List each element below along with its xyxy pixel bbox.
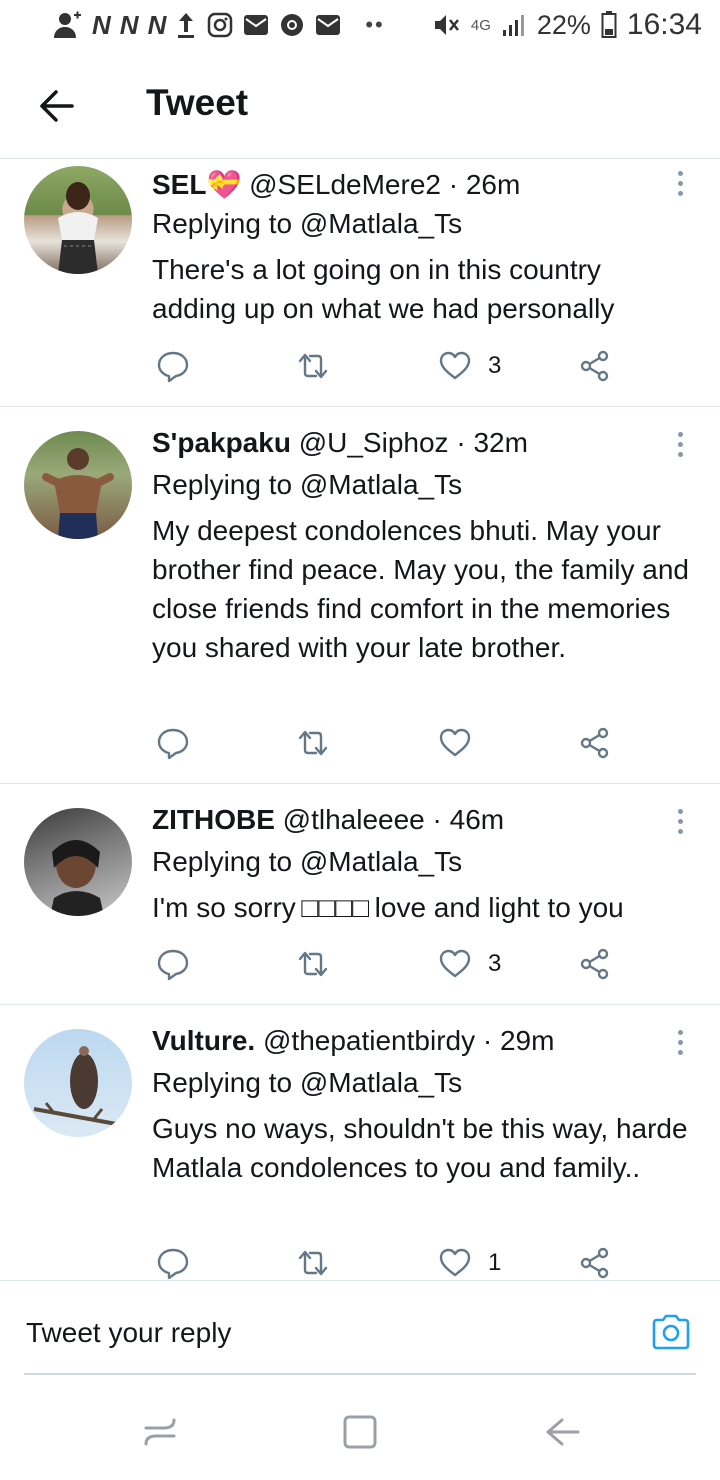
- retweet-button[interactable]: [296, 1245, 330, 1279]
- network-n-icon: N: [147, 9, 167, 40]
- share-button[interactable]: [578, 946, 612, 982]
- recent-apps-icon[interactable]: [140, 1412, 180, 1452]
- tweet-text: Guys no ways, shouldn't be this way, har…: [152, 1113, 688, 1183]
- share-button[interactable]: [578, 348, 612, 384]
- user-handle[interactable]: @U_Siphoz: [299, 427, 449, 458]
- tweet-time: · 26m: [448, 169, 521, 200]
- retweet-icon: [298, 730, 328, 756]
- like-button[interactable]: 1: [438, 1245, 501, 1279]
- heart-icon: [439, 728, 471, 757]
- avatar[interactable]: [24, 1029, 132, 1137]
- replying-to-label[interactable]: Replying to @Matlala_Ts: [152, 1067, 462, 1099]
- tweet-time: · 32m: [456, 427, 528, 458]
- retweet-icon: [298, 1250, 328, 1276]
- tweet-reply[interactable]: SEL💝 @SELdeMere2 · 26m Replying to @Matl…: [0, 160, 720, 407]
- reply-button[interactable]: [156, 946, 190, 982]
- camera-icon[interactable]: [650, 1311, 692, 1353]
- reply-button[interactable]: [156, 725, 190, 761]
- share-icon: [580, 1247, 609, 1279]
- tweet-text: There's a lot going on in this country a…: [152, 254, 615, 324]
- like-count: 1: [488, 1249, 502, 1276]
- reply-composer: Tweet your reply: [0, 1280, 720, 1375]
- reply-divider: [24, 1373, 696, 1375]
- replying-to-label[interactable]: Replying to @Matlala_Ts: [152, 469, 462, 501]
- more-dots-icon: ••: [365, 12, 385, 37]
- display-name[interactable]: ZITHOBE: [152, 804, 275, 835]
- tweet-time: · 46m: [432, 804, 505, 835]
- network-n-icon: N: [92, 9, 111, 40]
- tweet-reply[interactable]: ZITHOBE @tlhaleeee · 46m Replying to @Ma…: [0, 784, 720, 1005]
- like-button[interactable]: 3: [438, 348, 501, 384]
- battery-icon: [601, 11, 617, 38]
- more-options-icon[interactable]: [670, 806, 690, 836]
- heart-icon: [439, 949, 471, 978]
- tweet-actions: 1: [152, 1245, 622, 1279]
- replying-to-label[interactable]: Replying to @Matlala_Ts: [152, 208, 462, 240]
- tweet-actions: 3: [152, 348, 622, 388]
- mail-icon: [316, 15, 341, 35]
- tweet-reply[interactable]: Vulture. @thepatientbirdy · 29m Replying…: [0, 1005, 720, 1280]
- share-button[interactable]: [578, 1245, 612, 1279]
- home-icon[interactable]: [340, 1412, 380, 1452]
- tweet-time: · 29m: [482, 1025, 555, 1056]
- user-handle[interactable]: @thepatientbirdy: [263, 1025, 475, 1056]
- tweet-actions: 3: [152, 946, 622, 986]
- display-name[interactable]: S'pakpaku: [152, 427, 291, 458]
- avatar[interactable]: [24, 808, 132, 916]
- like-count: 3: [488, 352, 502, 379]
- battery-percent: 22%: [536, 9, 591, 40]
- reply-icon: [157, 351, 189, 383]
- tweet-reply[interactable]: S'pakpaku @U_Siphoz · 32m Replying to @M…: [0, 407, 720, 784]
- instagram-icon: [208, 12, 233, 38]
- reply-icon: [157, 1248, 189, 1279]
- signal-icon: [502, 15, 524, 36]
- retweet-icon: [298, 353, 328, 379]
- share-icon: [580, 948, 609, 980]
- add-contact-icon: [54, 11, 81, 38]
- reply-input[interactable]: Tweet your reply: [26, 1317, 231, 1349]
- share-button[interactable]: [578, 725, 612, 761]
- avatar[interactable]: [24, 431, 132, 539]
- heart-icon: [439, 351, 471, 380]
- network-type-label: 4G: [470, 16, 491, 34]
- reply-icon: [157, 728, 189, 760]
- clock: 16:34: [626, 8, 702, 41]
- status-bar: N N N •• 4G 22% 16:34: [0, 0, 720, 50]
- share-icon: [580, 727, 609, 759]
- like-count: 3: [488, 950, 502, 977]
- replying-to-label[interactable]: Replying to @Matlala_Ts: [152, 846, 462, 878]
- mail-icon: [244, 15, 269, 35]
- page-title: Tweet: [146, 82, 249, 123]
- retweet-button[interactable]: [296, 725, 330, 761]
- display-name[interactable]: SEL💝: [152, 169, 241, 200]
- more-options-icon[interactable]: [670, 168, 690, 198]
- top-app-bar: Tweet: [0, 60, 720, 159]
- back-arrow-icon[interactable]: [36, 86, 76, 126]
- avatar[interactable]: [24, 166, 132, 274]
- retweet-button[interactable]: [296, 348, 330, 384]
- like-button[interactable]: [438, 725, 488, 761]
- mute-icon: [434, 15, 459, 35]
- chrome-icon: [281, 14, 304, 36]
- more-options-icon[interactable]: [670, 429, 690, 459]
- retweet-icon: [298, 951, 328, 977]
- system-back-icon[interactable]: [542, 1412, 582, 1452]
- retweet-button[interactable]: [296, 946, 330, 982]
- upload-icon: [178, 13, 195, 38]
- tweet-text: I'm so sorry □□□□ love and light to you: [152, 892, 624, 923]
- user-handle[interactable]: @tlhaleeee: [283, 804, 425, 835]
- tweet-text: My deepest condolences bhuti. May your b…: [152, 515, 689, 663]
- network-n-icon: N: [119, 9, 139, 40]
- like-button[interactable]: 3: [438, 946, 501, 982]
- display-name[interactable]: Vulture.: [152, 1025, 255, 1056]
- tweet-actions: [152, 725, 622, 765]
- reply-icon: [157, 949, 189, 981]
- system-nav-bar: [0, 1390, 720, 1480]
- reply-button[interactable]: [156, 348, 190, 384]
- heart-icon: [439, 1248, 471, 1277]
- reply-button[interactable]: [156, 1245, 190, 1279]
- share-icon: [580, 350, 609, 382]
- more-options-icon[interactable]: [670, 1027, 690, 1057]
- user-handle[interactable]: @SELdeMere2: [249, 169, 441, 200]
